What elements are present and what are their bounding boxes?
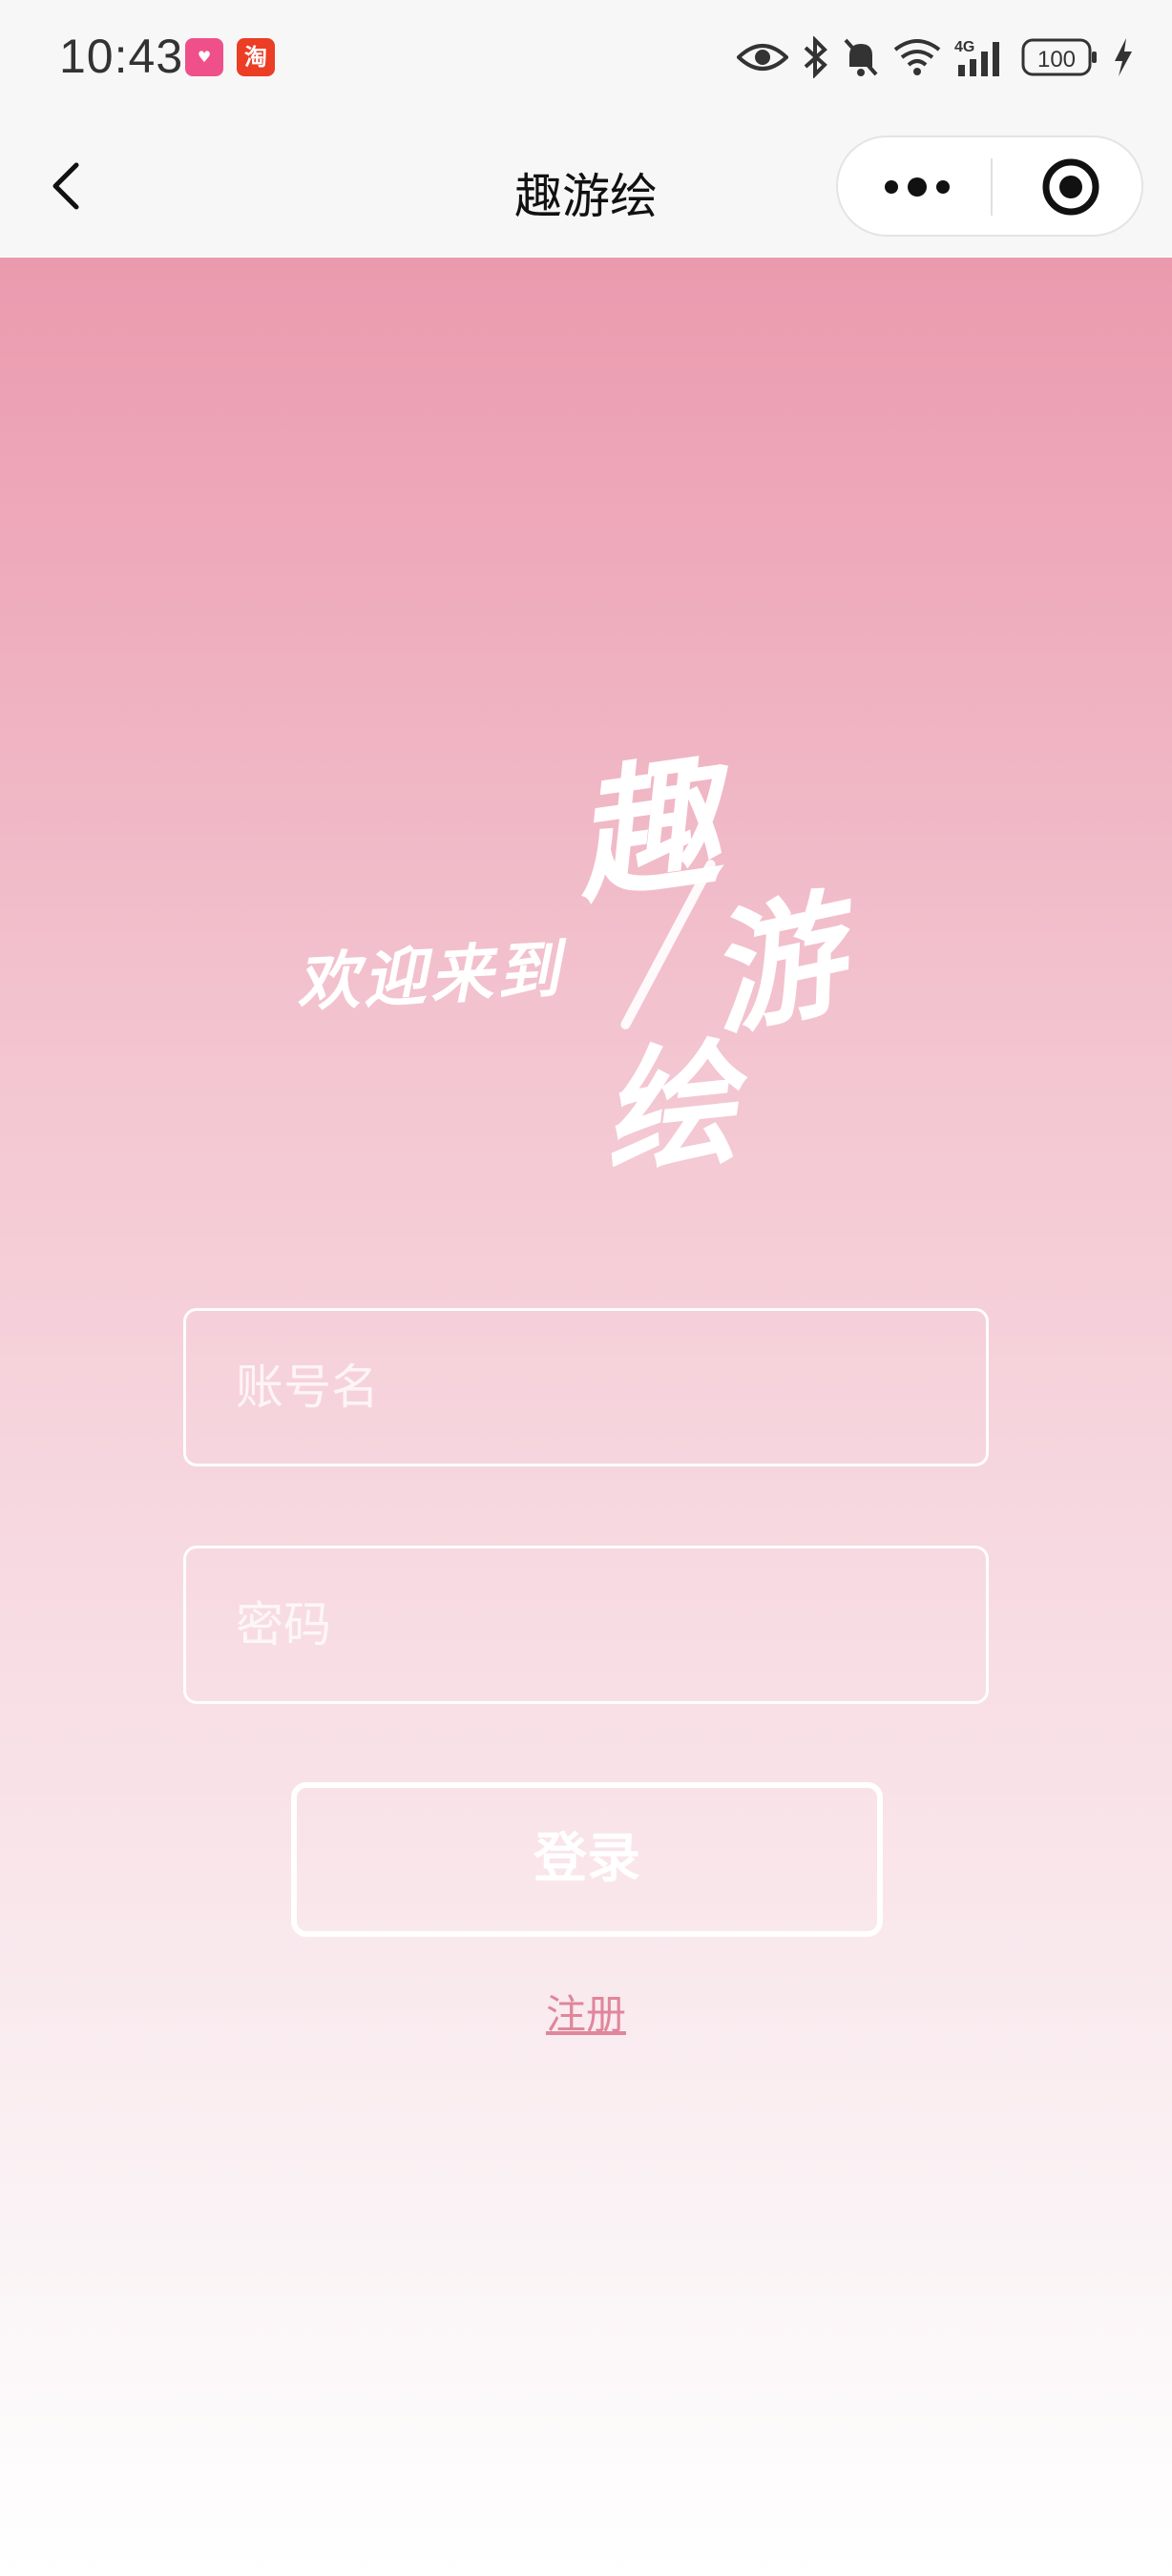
register-link[interactable]: 注册 bbox=[0, 1983, 1172, 2041]
battery-icon: 100 bbox=[1021, 38, 1097, 76]
wifi-icon bbox=[893, 39, 941, 75]
login-button[interactable]: 登录 bbox=[291, 1782, 883, 1937]
brand-char-3: 绘 bbox=[595, 1025, 744, 1195]
status-icons: 4G 100 bbox=[737, 29, 1134, 86]
battery-level: 100 bbox=[1037, 47, 1076, 73]
username-input[interactable] bbox=[183, 1308, 989, 1466]
taobao-notification-icon: 淘 bbox=[237, 38, 275, 76]
bluetooth-icon bbox=[804, 36, 827, 78]
password-input[interactable] bbox=[183, 1546, 989, 1704]
app-notification-icon: ♥ bbox=[185, 38, 223, 76]
welcome-text: 欢迎来到 bbox=[294, 931, 566, 1021]
signal-4g-icon: 4G bbox=[954, 39, 999, 76]
eye-icon bbox=[737, 44, 788, 71]
network-type: 4G bbox=[954, 39, 974, 55]
brand-logo: 欢迎来到 趣 游 绘 bbox=[286, 716, 897, 1195]
more-icon bbox=[885, 177, 950, 197]
status-bar: 10:43 ♥ 淘 4G 100 bbox=[0, 0, 1172, 114]
more-button[interactable] bbox=[874, 162, 960, 212]
close-target-icon bbox=[1042, 158, 1099, 216]
login-page: 欢迎来到 趣 游 绘 登录 注册 bbox=[0, 258, 1172, 2576]
mini-program-capsule bbox=[836, 135, 1143, 237]
charging-icon bbox=[1115, 38, 1132, 76]
mute-bell-icon bbox=[844, 38, 878, 76]
nav-bar: 趣游绘 bbox=[0, 114, 1172, 258]
status-time: 10:43 bbox=[59, 30, 184, 83]
capsule-divider bbox=[991, 158, 993, 216]
close-button[interactable] bbox=[1040, 156, 1101, 218]
